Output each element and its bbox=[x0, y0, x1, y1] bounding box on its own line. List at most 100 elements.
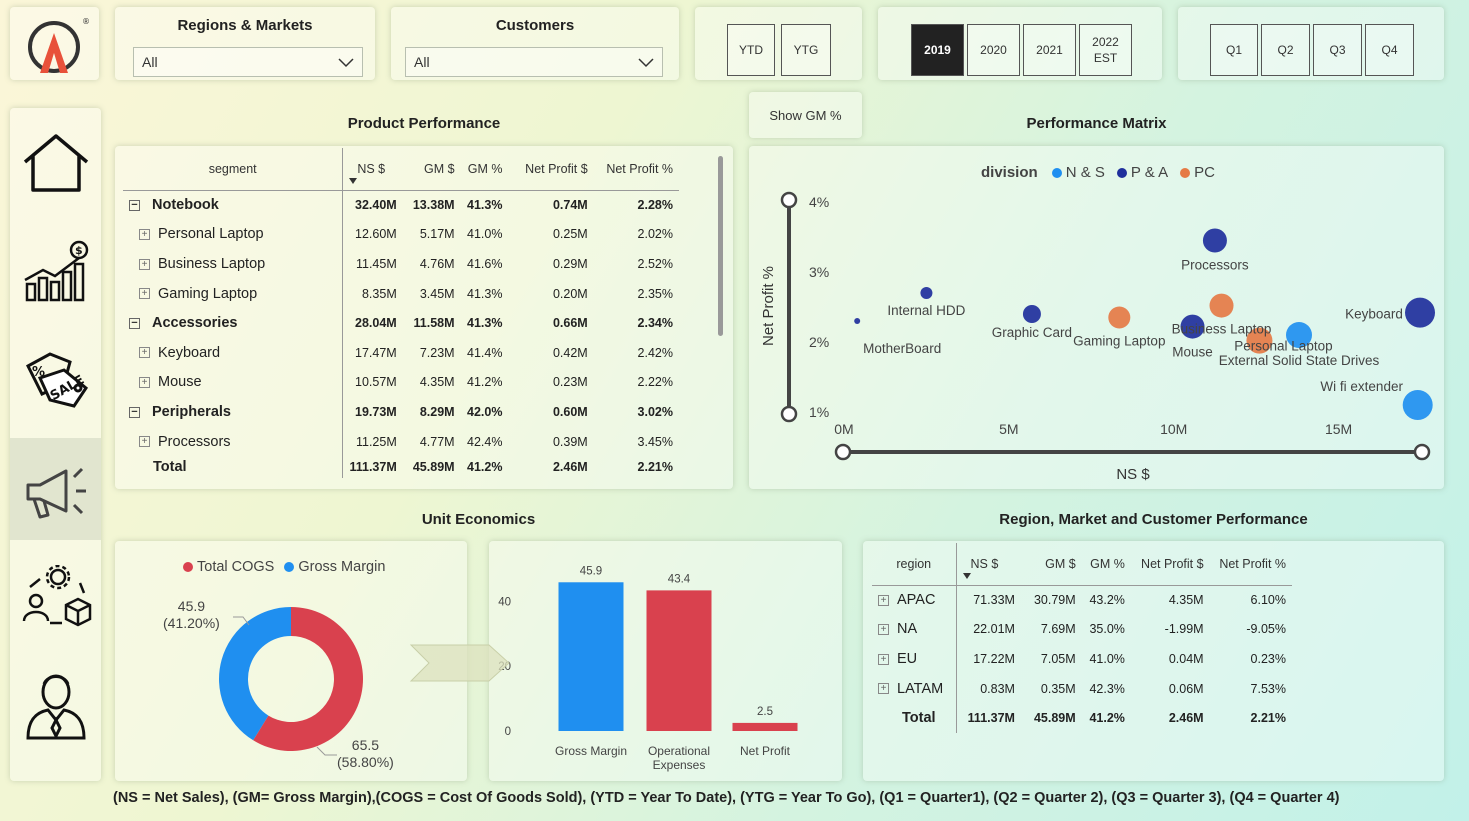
expand-icon[interactable]: + bbox=[878, 683, 889, 695]
col-region[interactable]: region bbox=[872, 543, 957, 586]
col-gm-pct[interactable]: GM % bbox=[460, 148, 509, 191]
nav-sales[interactable]: % SALE bbox=[10, 330, 101, 430]
row-label: Accessories bbox=[152, 315, 238, 332]
scatter-point[interactable] bbox=[1108, 306, 1131, 329]
bar-category-label: Net Profit bbox=[740, 744, 791, 758]
year-2021-button[interactable]: 2021 bbox=[1023, 24, 1076, 76]
table-scrollbar[interactable] bbox=[718, 156, 723, 336]
y-slider-handle-top[interactable] bbox=[780, 191, 798, 209]
table-row[interactable]: + Gaming Laptop 8.35M 3.45M 41.3% 0.20M 2.35% bbox=[123, 278, 679, 309]
table-cell: -9.05% bbox=[1246, 622, 1286, 637]
col-region-net-profit[interactable]: Net Profit $ bbox=[1130, 543, 1210, 586]
col-ns[interactable]: NS $ bbox=[342, 148, 403, 191]
scatter-point[interactable] bbox=[1405, 297, 1436, 328]
year-2020-button[interactable]: 2020 bbox=[967, 24, 1020, 76]
expand-icon[interactable]: + bbox=[139, 347, 150, 359]
table-cell: 2.52% bbox=[637, 256, 673, 271]
expand-icon[interactable]: + bbox=[878, 624, 889, 636]
expand-icon[interactable]: + bbox=[878, 594, 889, 606]
scatter-point[interactable] bbox=[1209, 293, 1234, 318]
table-cell: 41.0% bbox=[1089, 651, 1125, 666]
col-segment[interactable]: segment bbox=[123, 148, 343, 191]
table-row[interactable]: + Business Laptop 11.45M 4.76M 41.6% 0.29M 2.5… bbox=[123, 249, 679, 279]
x-tick-label: 0M bbox=[834, 421, 853, 437]
expand-icon[interactable]: + bbox=[139, 229, 150, 241]
q2-button[interactable]: Q2 bbox=[1261, 24, 1310, 76]
q4-button[interactable]: Q4 bbox=[1365, 24, 1414, 76]
y-slider-handle-bottom[interactable] bbox=[780, 405, 798, 423]
collapse-icon[interactable]: − bbox=[129, 317, 140, 329]
table-cell: 41.4% bbox=[467, 345, 503, 360]
table-row[interactable]: − Notebook 32.40M 13.38M 41.3% 0.74M 2.28% bbox=[123, 190, 679, 220]
collapse-icon[interactable]: − bbox=[129, 406, 140, 418]
table-cell: 12.60M bbox=[355, 227, 397, 242]
table-cell: 42.4% bbox=[467, 434, 503, 449]
scatter-point-label: Business Laptop bbox=[1172, 322, 1272, 337]
table-row[interactable]: + Keyboard 17.47M 7.23M 41.4% 0.42M 2.42% bbox=[123, 337, 679, 368]
table-row[interactable]: + APAC 71.33M 30.79M 43.2% 4.35M 6.10% bbox=[872, 585, 1292, 615]
donut-slice[interactable] bbox=[219, 607, 291, 741]
regions-dropdown[interactable]: All bbox=[133, 47, 363, 77]
expand-icon[interactable]: + bbox=[878, 653, 889, 665]
ytd-button[interactable]: YTD bbox=[727, 24, 775, 76]
x-slider-handle-right[interactable] bbox=[1413, 443, 1431, 461]
q1-button[interactable]: Q1 bbox=[1210, 24, 1258, 76]
scatter-point[interactable] bbox=[854, 318, 861, 324]
col-region-gm[interactable]: GM $ bbox=[1020, 543, 1082, 586]
table-row[interactable]: + Mouse 10.57M 4.35M 41.2% 0.23M 2.22% bbox=[123, 367, 679, 398]
table-total-row[interactable]: Total 111.37M 45.89M 41.2% 2.46M 2.21% bbox=[872, 703, 1292, 733]
bar[interactable] bbox=[646, 590, 712, 731]
col-net-profit[interactable]: Net Profit $ bbox=[508, 148, 594, 191]
table-cell: 35.0% bbox=[1089, 622, 1125, 637]
bar-y-tick-label: 40 bbox=[498, 596, 511, 608]
q3-button[interactable]: Q3 bbox=[1313, 24, 1362, 76]
nav-executive[interactable] bbox=[10, 656, 101, 756]
col-net-profit-pct[interactable]: Net Profit % bbox=[593, 148, 679, 191]
table-cell: 3.02% bbox=[637, 404, 673, 419]
table-cell: 19.73M bbox=[355, 404, 397, 419]
x-tick-label: 5M bbox=[999, 421, 1018, 437]
scatter-point[interactable] bbox=[920, 287, 933, 299]
table-total-row[interactable]: Total 111.37M 45.89M 41.2% 2.46M 2.21% bbox=[123, 456, 679, 479]
expand-icon[interactable]: + bbox=[139, 377, 150, 389]
expand-icon[interactable]: + bbox=[139, 436, 150, 448]
col-region-gm-pct[interactable]: GM % bbox=[1081, 543, 1131, 586]
nav-marketing[interactable] bbox=[10, 438, 101, 540]
year-2019-button[interactable]: 2019 bbox=[911, 24, 964, 76]
scatter-point[interactable] bbox=[1022, 305, 1041, 323]
expand-icon[interactable]: + bbox=[139, 258, 150, 270]
row-label: APAC bbox=[897, 592, 936, 609]
year-2022-est-button[interactable]: 2022 EST bbox=[1079, 24, 1132, 76]
expand-icon[interactable]: + bbox=[139, 288, 150, 300]
table-row[interactable]: + NA 22.01M 7.69M 35.0% -1.99M -9.05% bbox=[872, 614, 1292, 645]
table-cell: 2.34% bbox=[637, 316, 673, 331]
collapse-icon[interactable]: − bbox=[129, 199, 140, 211]
bar[interactable] bbox=[558, 582, 624, 731]
table-row[interactable]: + Personal Laptop 12.60M 5.17M 41.0% 0.25M 2.0… bbox=[123, 219, 679, 250]
customers-dropdown[interactable]: All bbox=[405, 47, 663, 77]
table-cell: 2.21% bbox=[1250, 711, 1286, 726]
row-label: Notebook bbox=[152, 197, 219, 214]
bar[interactable] bbox=[732, 722, 798, 731]
table-cell: 0.23% bbox=[1250, 651, 1286, 666]
table-cell: 43.2% bbox=[1089, 593, 1125, 608]
table-row[interactable]: + EU 17.22M 7.05M 41.0% 0.04M 0.23% bbox=[872, 644, 1292, 674]
y-tick-label: 4% bbox=[809, 194, 829, 210]
ytg-button[interactable]: YTG bbox=[781, 24, 831, 76]
table-cell: 41.3% bbox=[467, 316, 503, 331]
nav-finance[interactable]: $ bbox=[10, 222, 101, 322]
table-row[interactable]: + LATAM 0.83M 0.35M 42.3% 0.06M 7.53% bbox=[872, 673, 1292, 704]
scatter-point-label: Personal Laptop bbox=[1234, 339, 1332, 354]
table-row[interactable]: − Accessories 28.04M 11.58M 41.3% 0.66M 2.34% bbox=[123, 308, 679, 338]
nav-supply-chain[interactable] bbox=[10, 548, 101, 648]
nav-home[interactable] bbox=[10, 113, 101, 213]
col-gm[interactable]: GM $ bbox=[402, 148, 461, 191]
col-region-ns[interactable]: NS $ bbox=[955, 543, 1021, 586]
scatter-point[interactable] bbox=[1402, 390, 1433, 420]
table-row[interactable]: + Processors 11.25M 4.77M 42.4% 0.39M 3.45% bbox=[123, 426, 679, 457]
scatter-point[interactable] bbox=[1202, 228, 1227, 253]
regions-markets-slicer: Regions & Markets All bbox=[115, 7, 375, 80]
x-slider-handle-left[interactable] bbox=[834, 443, 852, 461]
table-row[interactable]: − Peripherals 19.73M 8.29M 42.0% 0.60M 3.02% bbox=[123, 397, 679, 427]
col-region-net-profit-pct[interactable]: Net Profit % bbox=[1209, 543, 1292, 586]
